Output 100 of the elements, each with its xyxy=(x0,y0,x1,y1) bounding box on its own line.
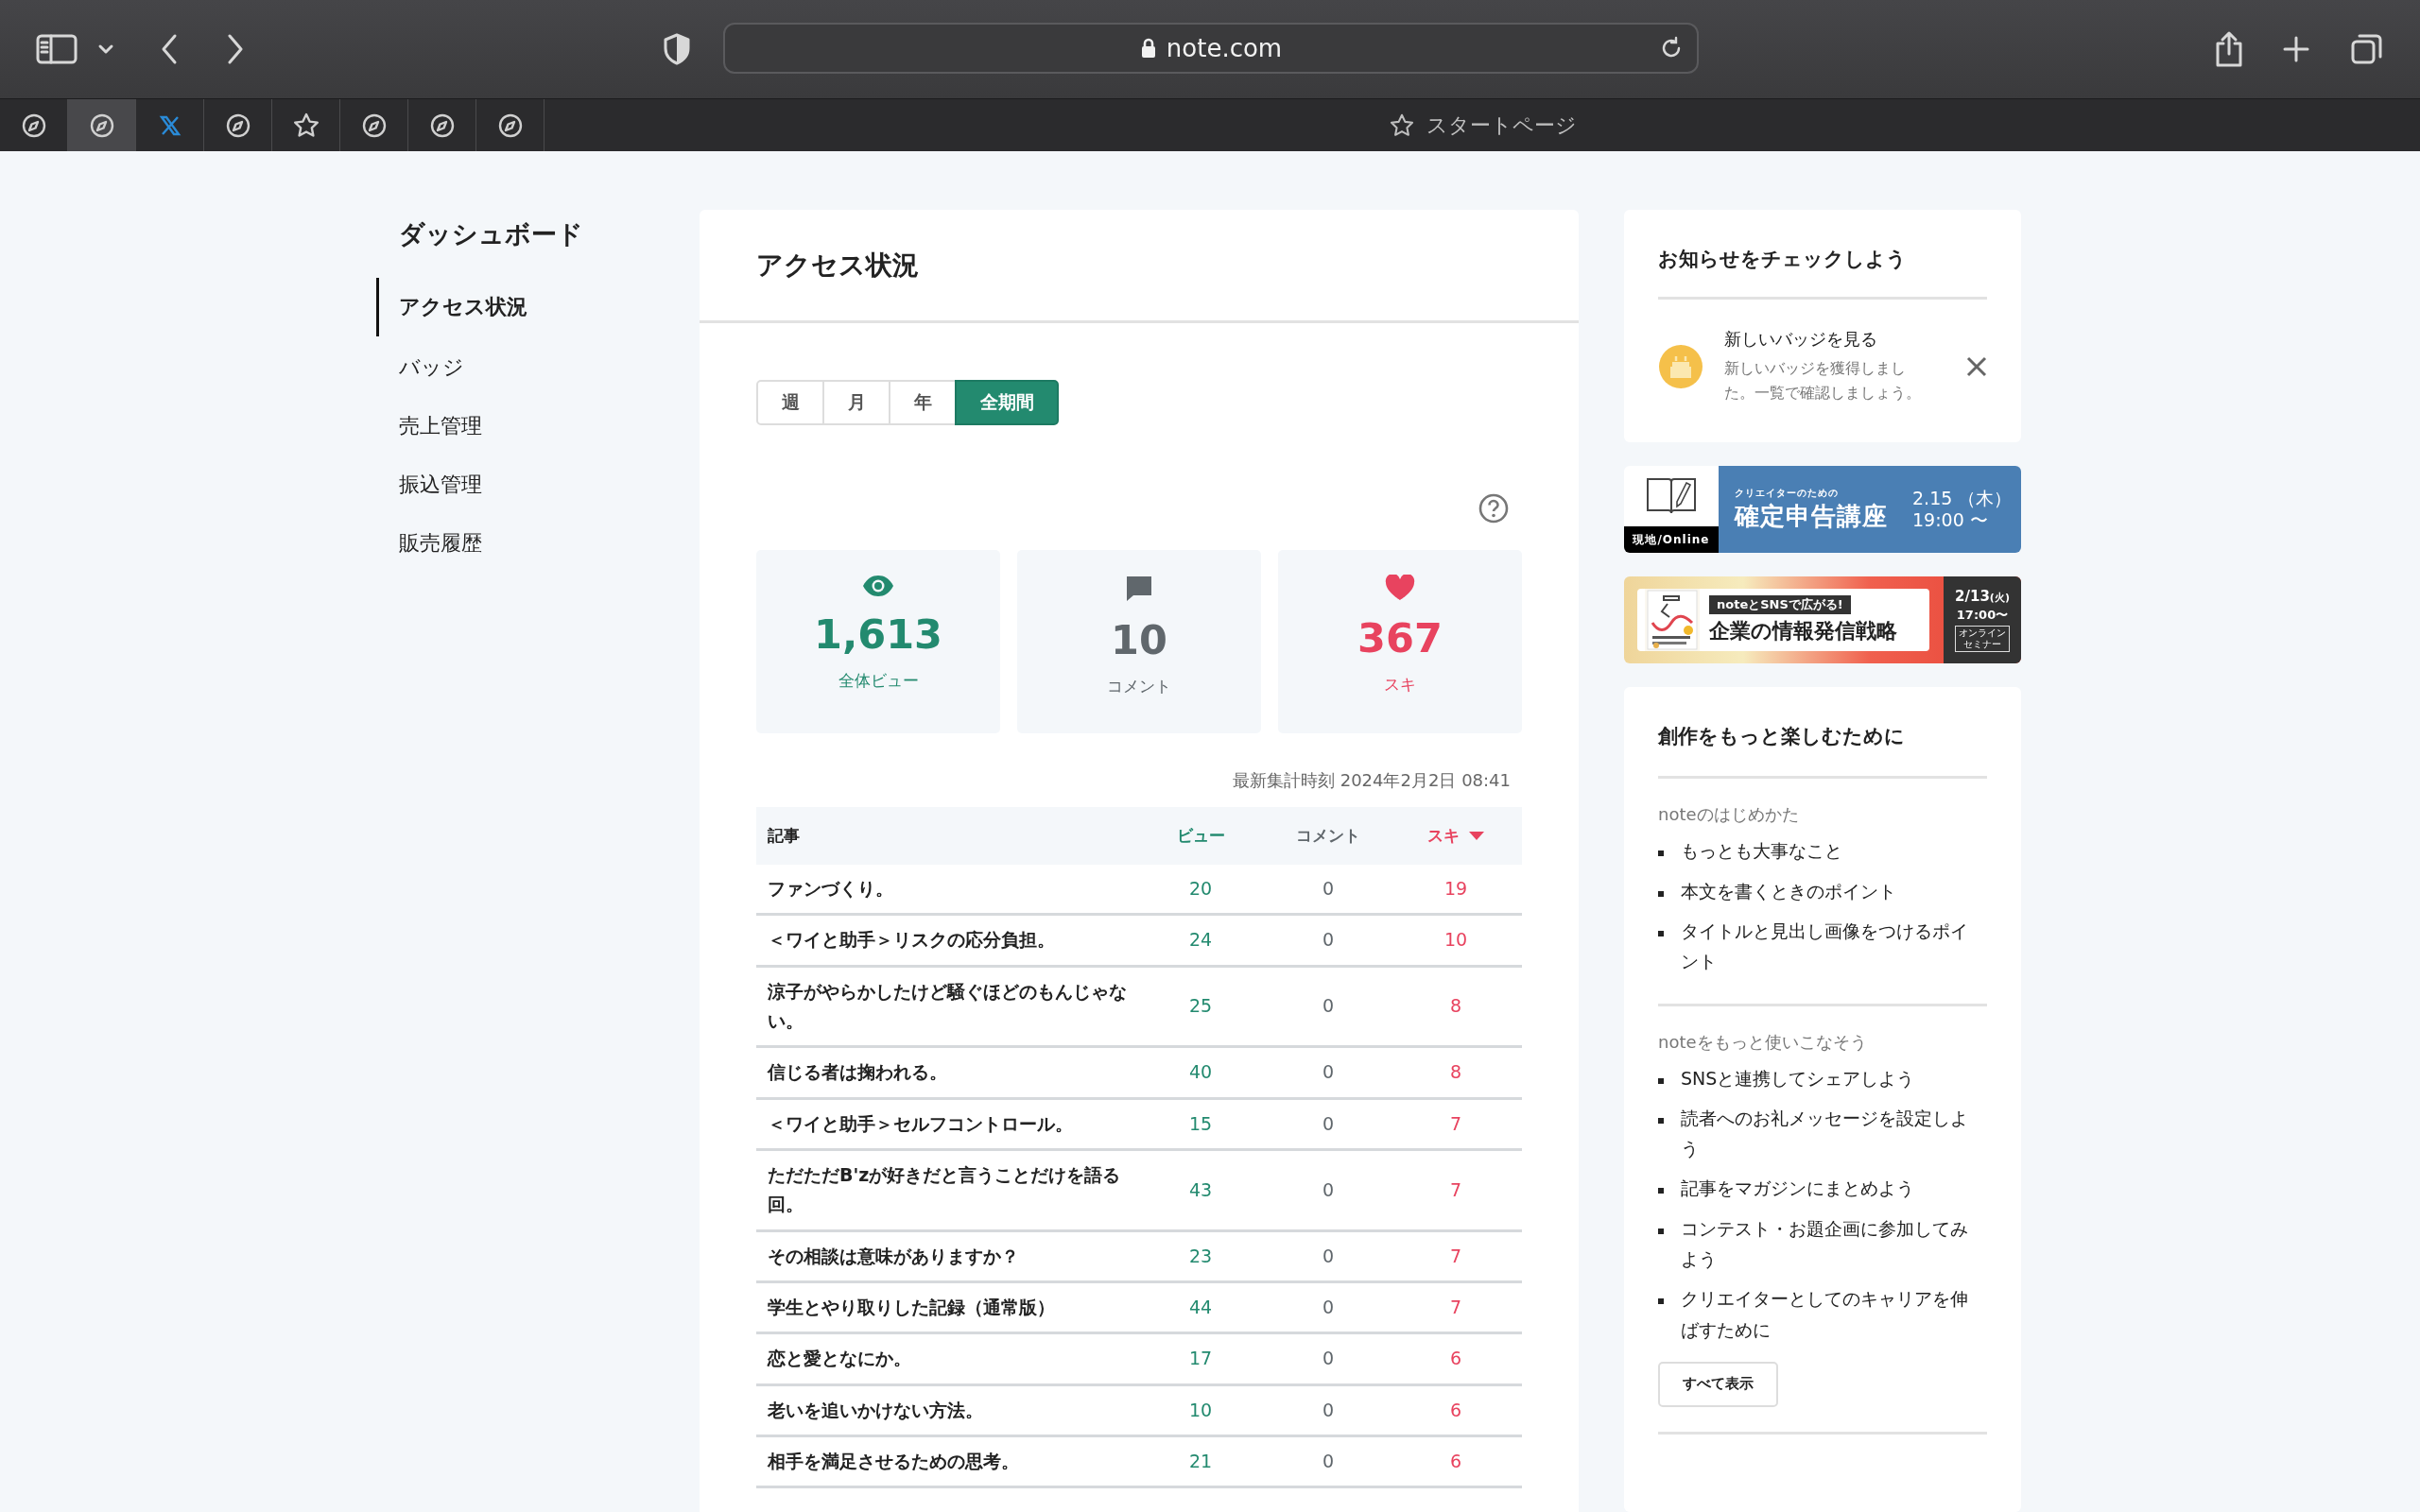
table-cell: 17 xyxy=(1134,1332,1267,1385)
table-cell: 0 xyxy=(1267,1384,1390,1436)
article-title[interactable]: その相談は意味がありますか？ xyxy=(756,1230,1134,1282)
guide-link[interactable]: 読者へのお礼メッセージを設定しよう xyxy=(1681,1102,1987,1164)
banner-badge: 現地/Online xyxy=(1624,526,1719,554)
table-cell: 0 xyxy=(1267,865,1390,915)
table-cell: 0 xyxy=(1267,1149,1390,1231)
table-cell: 15 xyxy=(1134,1098,1267,1150)
table-cell: 0 xyxy=(1267,914,1390,967)
period-tab[interactable]: 年 xyxy=(889,380,957,425)
guide-link[interactable]: タイトルと見出し画像をつけるポイント xyxy=(1681,916,1987,977)
guide-link[interactable]: 記事をマガジンにまとめよう xyxy=(1681,1173,1927,1204)
table-cell: 40 xyxy=(1134,1046,1267,1099)
article-title[interactable]: 信じる者は掬われる。 xyxy=(756,1046,1134,1099)
article-title[interactable]: 涼子がやらかしたけど騒ぐほどのもんじゃない。 xyxy=(756,966,1134,1047)
article-title[interactable]: ＜ワイと助手＞リスクの応分負担。 xyxy=(756,914,1134,967)
banner-title: 確定申告講座 xyxy=(1735,500,1888,532)
table-cell: 24 xyxy=(1134,914,1267,967)
table-cell: 43 xyxy=(1134,1149,1267,1231)
bullet-icon xyxy=(1658,931,1664,936)
compass-icon[interactable] xyxy=(428,112,456,139)
article-title[interactable]: 学生とやり取りした記録（通常版） xyxy=(756,1281,1134,1333)
updated-time: 最新集計時刻 2024年2月2日 08:41 xyxy=(1232,769,1511,792)
banner-date: 2.15 （木） xyxy=(1912,488,2013,510)
sidebar-icon[interactable] xyxy=(36,34,78,64)
compass-icon[interactable] xyxy=(360,112,388,139)
column-header[interactable]: ビュー xyxy=(1134,807,1267,865)
cake-badge-icon xyxy=(1658,343,1703,389)
notice-text: 新しいバッジを獲得しました。一覧で確認しましょう。 xyxy=(1724,358,1922,404)
column-header[interactable]: 記事 xyxy=(756,807,1134,865)
show-all-button[interactable]: すべて表示 xyxy=(1658,1361,1778,1407)
lock-icon xyxy=(1139,37,1157,60)
table-cell: 10 xyxy=(1134,1384,1267,1436)
share-icon[interactable] xyxy=(2214,30,2244,68)
close-icon[interactable] xyxy=(1966,355,1987,377)
compass-icon[interactable] xyxy=(20,112,47,139)
bullet-icon xyxy=(1658,850,1664,857)
table-cell: 44 xyxy=(1134,1281,1267,1333)
sidebar-item[interactable]: バッジ xyxy=(376,340,700,395)
article-title[interactable]: ＜ワイと助手＞セルフコントロール。 xyxy=(756,1098,1134,1150)
tabs-overview-icon[interactable] xyxy=(2350,32,2384,66)
stat-value: 367 xyxy=(1357,618,1443,659)
banner-time: 17:00〜 xyxy=(1956,607,2009,625)
table-cell: 6 xyxy=(1390,1384,1522,1436)
column-header[interactable]: スキ xyxy=(1390,807,1522,865)
guide-link[interactable]: もっとも大事なこと xyxy=(1681,835,1856,867)
guide-link[interactable]: コンテスト・お題企画に参加してみよう xyxy=(1681,1212,1987,1275)
table-cell: 6 xyxy=(1390,1332,1522,1385)
star-icon[interactable] xyxy=(291,111,320,140)
article-title[interactable]: ただただB'zが好きだと言うことだけを語る回。 xyxy=(756,1149,1134,1231)
bullet-icon xyxy=(1658,1117,1664,1124)
compass-icon[interactable] xyxy=(224,112,251,139)
sidebar-item[interactable]: 振込管理 xyxy=(376,457,700,512)
banner-title: 企業の情報発信戦略 xyxy=(1709,618,1897,645)
shield-icon[interactable] xyxy=(662,32,692,66)
guide-link[interactable]: SNSと連携してシェアしよう xyxy=(1681,1062,1928,1093)
heart-icon xyxy=(1385,575,1415,601)
chevron-down-icon[interactable] xyxy=(96,43,115,56)
notice-title[interactable]: 新しいバッジを見る xyxy=(1724,328,1945,351)
star-icon xyxy=(1388,112,1415,139)
article-title[interactable]: ファンづくり。 xyxy=(756,865,1134,915)
tab-title[interactable]: スタートページ xyxy=(1426,111,1577,140)
stat-value: 1,613 xyxy=(814,614,942,655)
article-title[interactable]: 相手を満足させるための思考。 xyxy=(756,1435,1134,1487)
sidebar-item[interactable]: 販売履歴 xyxy=(376,516,700,571)
table-cell: 25 xyxy=(1134,966,1267,1047)
bullet-icon xyxy=(1658,1077,1664,1084)
period-tab[interactable]: 月 xyxy=(822,380,890,425)
section-heading: noteをもっと使いこなそう xyxy=(1658,1030,1868,1054)
table-cell: 8 xyxy=(1390,1046,1522,1099)
url-text[interactable]: note.com xyxy=(1166,34,1283,62)
help-icon[interactable] xyxy=(1478,493,1509,524)
sidebar-item[interactable]: 売上管理 xyxy=(376,399,700,454)
article-title[interactable]: 老いを追いかけない方法。 xyxy=(756,1384,1134,1436)
eye-icon xyxy=(862,575,894,597)
column-header[interactable]: コメント xyxy=(1267,807,1390,865)
x-logo-icon[interactable] xyxy=(158,113,182,137)
guide-link[interactable]: 本文を書くときのポイント xyxy=(1681,875,1910,906)
article-title[interactable]: 恋と愛となにか。 xyxy=(756,1332,1134,1385)
compass-icon[interactable] xyxy=(88,112,115,139)
table-cell: 0 xyxy=(1267,1046,1390,1099)
table-cell: 0 xyxy=(1267,1230,1390,1282)
table-cell: 23 xyxy=(1134,1230,1267,1282)
banner-date: 2/13(火) xyxy=(1955,588,2010,606)
table-cell: 0 xyxy=(1267,1435,1390,1487)
table-cell: 0 xyxy=(1267,1332,1390,1385)
card-title: 創作をもっと楽しむために xyxy=(1658,687,1987,780)
speech-bubble-icon xyxy=(1125,575,1153,603)
bullet-icon xyxy=(1658,1188,1664,1194)
panel-title: アクセス状況 xyxy=(756,248,919,283)
banner-subtitle: クリエイターのための xyxy=(1735,486,1840,500)
guide-link[interactable]: クリエイターとしてのキャリアを伸ばすために xyxy=(1681,1283,1987,1345)
compass-icon[interactable] xyxy=(496,112,524,139)
new-tab-icon[interactable] xyxy=(2282,35,2310,63)
table-cell: 20 xyxy=(1134,865,1267,915)
sort-caret-icon[interactable] xyxy=(1469,831,1484,841)
period-tab[interactable]: 全期間 xyxy=(955,380,1059,425)
webinar-banner[interactable]: noteとSNSで広がる! 企業の情報発信戦略 2/13(火) 17:00〜 オンライン セミナー xyxy=(1624,576,2021,664)
period-tab[interactable]: 週 xyxy=(756,380,824,425)
banner-format: オンライン xyxy=(1959,627,2006,640)
